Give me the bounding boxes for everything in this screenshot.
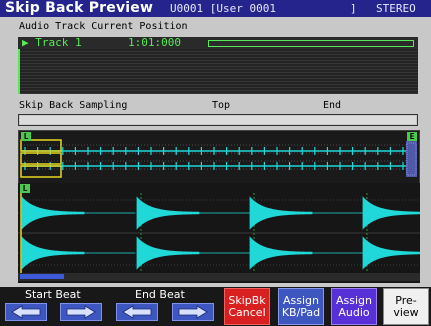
assign-audio-line2: Audio (338, 305, 370, 319)
end-beat-right-button[interactable] (172, 303, 214, 321)
track-position-heading: Audio Track Current Position (19, 21, 188, 32)
track-name: ▶ Track 1 (22, 36, 82, 49)
skipbk-cancel-line1: SkipBk (228, 293, 266, 307)
detail-loop-start-marker[interactable]: L (20, 184, 30, 193)
overview-loop-start-marker[interactable]: L (21, 132, 31, 141)
skipbk-cancel-line2: Cancel (228, 305, 266, 319)
waveform-detail[interactable]: L (18, 183, 420, 283)
top-label: Top (212, 100, 231, 111)
function-bar: Start Beat End Beat SkipBk Cancel Assign… (0, 287, 431, 326)
overview-waveform-svg (20, 139, 417, 178)
preview-button[interactable]: Pre- view (383, 288, 429, 325)
skip-back-preview-screen: Skip Back Preview U0001 [User 0001 ] STE… (0, 0, 431, 326)
end-label: End (323, 100, 342, 111)
page-title: Skip Back Preview (5, 0, 154, 16)
waveform-overview[interactable]: L E (18, 130, 420, 184)
assign-audio-line1: Assign (336, 293, 372, 307)
end-beat-label: End Beat (135, 288, 185, 301)
sampling-range-bar[interactable] (18, 114, 418, 126)
arrow-right-icon (66, 305, 96, 319)
title-bar: Skip Back Preview U0001 [User 0001 ] STE… (0, 0, 431, 17)
assign-audio-button[interactable]: Assign Audio (331, 288, 377, 325)
assign-kbpad-button[interactable]: Assign KB/Pad (278, 288, 324, 325)
channel-mode: STEREO (376, 2, 416, 15)
start-beat-left-button[interactable] (5, 303, 47, 321)
skipbk-cancel-button[interactable]: SkipBk Cancel (224, 288, 270, 325)
end-beat-left-button[interactable] (116, 303, 158, 321)
track-display (18, 49, 418, 94)
track-playhead (18, 49, 20, 94)
assign-kbpad-line1: Assign (283, 293, 319, 307)
start-beat-label: Start Beat (25, 288, 81, 301)
arrow-right-icon (178, 305, 208, 319)
track-position-bar[interactable]: ▶ Track 1 1:01:000 (18, 37, 418, 49)
arrow-left-icon (122, 305, 152, 319)
sample-info: U0001 [User 0001 (170, 2, 276, 15)
preview-line2: view (393, 305, 419, 319)
bracket-close: ] (350, 2, 357, 15)
arrow-left-icon (11, 305, 41, 319)
start-beat-right-button[interactable] (60, 303, 102, 321)
overview-end-marker[interactable]: E (407, 132, 417, 141)
track-position-value: 1:01:000 (128, 36, 181, 49)
track-level-meter (208, 40, 414, 47)
skip-back-sampling-heading: Skip Back Sampling (19, 100, 128, 111)
assign-kbpad-line2: KB/Pad (281, 305, 321, 319)
sampling-range-rail (20, 116, 416, 124)
detail-waveform-svg (18, 191, 420, 281)
preview-line1: Pre- (395, 293, 417, 307)
